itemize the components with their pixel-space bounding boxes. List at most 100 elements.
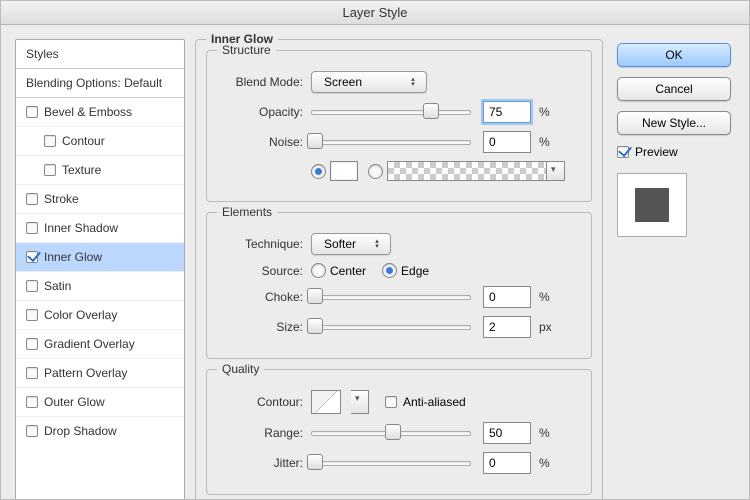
choke-label: Choke: bbox=[219, 290, 311, 304]
sidebar-item-label: Satin bbox=[44, 279, 71, 293]
checkbox-icon[interactable] bbox=[26, 106, 38, 118]
sidebar-item-inner-glow[interactable]: Inner Glow bbox=[16, 243, 184, 272]
preview-label: Preview bbox=[635, 145, 678, 159]
inner-glow-panel: Inner Glow Structure Blend Mode: Screen … bbox=[195, 39, 603, 500]
sidebar-item-label: Pattern Overlay bbox=[44, 366, 127, 380]
range-label: Range: bbox=[219, 426, 311, 440]
source-center-radio[interactable] bbox=[311, 263, 326, 278]
noise-input[interactable]: 0 bbox=[483, 131, 531, 153]
group-title: Elements bbox=[217, 205, 277, 219]
sidebar-item-satin[interactable]: Satin bbox=[16, 272, 184, 301]
ok-button[interactable]: OK bbox=[617, 43, 731, 67]
sidebar-item-stroke[interactable]: Stroke bbox=[16, 185, 184, 214]
size-label: Size: bbox=[219, 320, 311, 334]
technique-dropdown[interactable]: Softer bbox=[311, 233, 391, 255]
contour-label: Contour: bbox=[219, 395, 311, 409]
noise-slider[interactable] bbox=[311, 134, 471, 150]
antialias-label: Anti-aliased bbox=[403, 395, 466, 409]
elements-group: Elements Technique: Softer Source: Cente… bbox=[206, 212, 592, 359]
preview-checkbox[interactable] bbox=[617, 146, 629, 158]
sidebar-item-label: Stroke bbox=[44, 192, 79, 206]
group-title: Structure bbox=[217, 43, 276, 57]
structure-group: Structure Blend Mode: Screen Opacity: 75… bbox=[206, 50, 592, 202]
size-slider[interactable] bbox=[311, 319, 471, 335]
sidebar-item-contour[interactable]: Contour bbox=[16, 127, 184, 156]
size-input[interactable]: 2 bbox=[483, 316, 531, 338]
opacity-unit: % bbox=[539, 105, 550, 119]
sidebar-item-label: Inner Shadow bbox=[44, 221, 118, 235]
technique-label: Technique: bbox=[219, 237, 311, 251]
source-edge-radio[interactable] bbox=[382, 263, 397, 278]
choke-input[interactable]: 0 bbox=[483, 286, 531, 308]
source-edge-label: Edge bbox=[401, 264, 429, 278]
source-center-label: Center bbox=[330, 264, 366, 278]
checkbox-icon[interactable] bbox=[26, 396, 38, 408]
antialias-checkbox[interactable] bbox=[385, 396, 397, 408]
sidebar-item-label: Texture bbox=[62, 163, 101, 177]
group-title: Quality bbox=[217, 362, 264, 376]
checkbox-icon[interactable] bbox=[26, 309, 38, 321]
blend-mode-value: Screen bbox=[324, 75, 362, 89]
checkbox-icon[interactable] bbox=[26, 222, 38, 234]
sidebar-item-inner-shadow[interactable]: Inner Shadow bbox=[16, 214, 184, 243]
sidebar-item-label: Bevel & Emboss bbox=[44, 105, 132, 119]
sidebar-item-pattern-overlay[interactable]: Pattern Overlay bbox=[16, 359, 184, 388]
gradient-dropdown-icon[interactable] bbox=[547, 161, 565, 181]
checkbox-icon[interactable] bbox=[26, 367, 38, 379]
sidebar-item-texture[interactable]: Texture bbox=[16, 156, 184, 185]
opacity-label: Opacity: bbox=[219, 105, 311, 119]
sidebar-item-outer-glow[interactable]: Outer Glow bbox=[16, 388, 184, 417]
range-input[interactable]: 50 bbox=[483, 422, 531, 444]
sidebar-item-label: Contour bbox=[62, 134, 105, 148]
checkbox-icon[interactable] bbox=[26, 425, 38, 437]
opacity-input[interactable]: 75 bbox=[483, 101, 531, 123]
sidebar-item-label: Gradient Overlay bbox=[44, 337, 135, 351]
jitter-label: Jitter: bbox=[219, 456, 311, 470]
blend-mode-dropdown[interactable]: Screen bbox=[311, 71, 427, 93]
checkbox-icon[interactable] bbox=[26, 338, 38, 350]
checkbox-icon[interactable] bbox=[26, 251, 38, 263]
source-label: Source: bbox=[219, 264, 311, 278]
contour-dropdown-icon[interactable] bbox=[351, 390, 369, 414]
blending-options-row[interactable]: Blending Options: Default bbox=[16, 69, 184, 98]
checkbox-icon[interactable] bbox=[44, 164, 56, 176]
technique-value: Softer bbox=[324, 237, 356, 251]
checkbox-icon[interactable] bbox=[26, 280, 38, 292]
noise-unit: % bbox=[539, 135, 550, 149]
new-style-button[interactable]: New Style... bbox=[617, 111, 731, 135]
right-column: OK Cancel New Style... Preview bbox=[617, 39, 739, 500]
checkbox-icon[interactable] bbox=[44, 135, 56, 147]
range-unit: % bbox=[539, 426, 550, 440]
contour-picker[interactable] bbox=[311, 390, 341, 414]
sidebar-item-label: Color Overlay bbox=[44, 308, 117, 322]
updown-arrows-icon bbox=[408, 77, 418, 87]
styles-sidebar: Styles Blending Options: Default Bevel &… bbox=[15, 39, 185, 500]
sidebar-item-label: Outer Glow bbox=[44, 395, 105, 409]
gradient-swatch[interactable] bbox=[387, 161, 547, 181]
gradient-source-radio[interactable] bbox=[368, 164, 383, 179]
choke-unit: % bbox=[539, 290, 550, 304]
sidebar-item-bevel-emboss[interactable]: Bevel & Emboss bbox=[16, 98, 184, 127]
sidebar-item-gradient-overlay[interactable]: Gradient Overlay bbox=[16, 330, 184, 359]
size-unit: px bbox=[539, 320, 552, 334]
sidebar-header[interactable]: Styles bbox=[16, 40, 184, 69]
jitter-input[interactable]: 0 bbox=[483, 452, 531, 474]
sidebar-item-color-overlay[interactable]: Color Overlay bbox=[16, 301, 184, 330]
choke-slider[interactable] bbox=[311, 289, 471, 305]
cancel-button[interactable]: Cancel bbox=[617, 77, 731, 101]
preview-swatch bbox=[617, 173, 687, 237]
quality-group: Quality Contour: Anti-aliased Range: 50 … bbox=[206, 369, 592, 495]
jitter-slider[interactable] bbox=[311, 455, 471, 471]
checkbox-icon[interactable] bbox=[26, 193, 38, 205]
sidebar-item-label: Inner Glow bbox=[44, 250, 102, 264]
window-title: Layer Style bbox=[1, 1, 749, 25]
color-swatch[interactable] bbox=[330, 161, 358, 181]
blend-mode-label: Blend Mode: bbox=[219, 75, 311, 89]
updown-arrows-icon bbox=[372, 239, 382, 249]
sidebar-item-drop-shadow[interactable]: Drop Shadow bbox=[16, 417, 184, 445]
jitter-unit: % bbox=[539, 456, 550, 470]
opacity-slider[interactable] bbox=[311, 104, 471, 120]
range-slider[interactable] bbox=[311, 425, 471, 441]
noise-label: Noise: bbox=[219, 135, 311, 149]
color-source-radio[interactable] bbox=[311, 164, 326, 179]
